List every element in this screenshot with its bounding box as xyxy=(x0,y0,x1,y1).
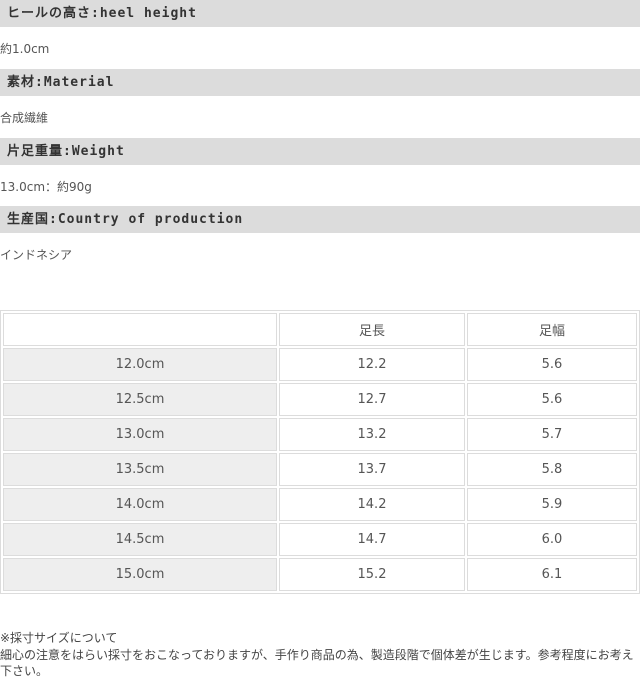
table-row: 13.5cm 13.7 5.8 xyxy=(3,453,637,486)
foot-width-cell: 5.8 xyxy=(467,453,637,486)
foot-length-cell: 14.2 xyxy=(279,488,465,521)
table-row: 14.5cm 14.7 6.0 xyxy=(3,523,637,556)
foot-length-cell: 12.7 xyxy=(279,383,465,416)
foot-width-cell: 5.9 xyxy=(467,488,637,521)
foot-width-cell: 5.6 xyxy=(467,383,637,416)
spec-header-material: 素材:Material xyxy=(0,69,640,96)
foot-length-cell: 15.2 xyxy=(279,558,465,591)
foot-width-cell: 6.0 xyxy=(467,523,637,556)
table-row: 13.0cm 13.2 5.7 xyxy=(3,418,637,451)
table-row: 15.0cm 15.2 6.1 xyxy=(3,558,637,591)
spec-value-weight: 13.0cm：約90g xyxy=(0,180,92,194)
size-table-header-row: 足長 足幅 xyxy=(3,313,637,346)
foot-width-cell: 5.7 xyxy=(467,418,637,451)
spec-header-heel-height: ヒールの高さ:heel height xyxy=(0,0,640,27)
spec-value-heel-height: 約1.0cm xyxy=(0,42,50,56)
foot-width-cell: 6.1 xyxy=(467,558,637,591)
size-cell: 13.5cm xyxy=(3,453,277,486)
spec-value-material: 合成繊維 xyxy=(0,111,49,125)
size-table: 足長 足幅 12.0cm 12.2 5.6 12.5cm 12.7 5.6 13… xyxy=(0,310,640,594)
size-table-header-corner xyxy=(3,313,277,346)
table-row: 14.0cm 14.2 5.9 xyxy=(3,488,637,521)
spec-value-country: インドネシア xyxy=(0,248,73,262)
measurement-note-title: ※採寸サイズについて xyxy=(0,631,118,645)
foot-length-cell: 13.7 xyxy=(279,453,465,486)
foot-length-cell: 12.2 xyxy=(279,348,465,381)
table-row: 12.0cm 12.2 5.6 xyxy=(3,348,637,381)
table-row: 12.5cm 12.7 5.6 xyxy=(3,383,637,416)
measurement-note-body: 細心の注意をはらい採寸をおこなっておりますが、手作り商品の為、製造段階で個体差が… xyxy=(0,648,634,678)
spec-header-country: 生産国:Country of production xyxy=(0,206,640,233)
size-cell: 15.0cm xyxy=(3,558,277,591)
size-table-header-foot-width: 足幅 xyxy=(467,313,637,346)
foot-length-cell: 14.7 xyxy=(279,523,465,556)
size-cell: 13.0cm xyxy=(3,418,277,451)
foot-length-cell: 13.2 xyxy=(279,418,465,451)
size-cell: 14.0cm xyxy=(3,488,277,521)
size-cell: 14.5cm xyxy=(3,523,277,556)
spec-header-weight: 片足重量:Weight xyxy=(0,138,640,165)
size-cell: 12.5cm xyxy=(3,383,277,416)
size-table-header-foot-length: 足長 xyxy=(279,313,465,346)
foot-width-cell: 5.6 xyxy=(467,348,637,381)
size-cell: 12.0cm xyxy=(3,348,277,381)
